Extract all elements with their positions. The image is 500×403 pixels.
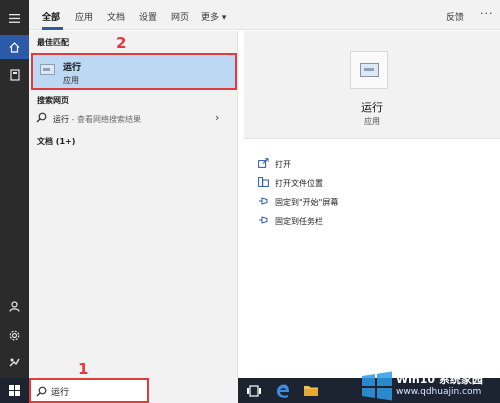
folder-location-icon	[258, 177, 269, 190]
home-icon[interactable]	[0, 35, 29, 59]
detail-header: 运行 应用	[244, 31, 500, 139]
windows-logo-icon	[9, 385, 20, 396]
best-match-item[interactable]: 运行 应用	[31, 53, 237, 90]
action-pin-to-taskbar-label: 固定到任务栏	[275, 217, 323, 226]
web-search-item[interactable]: 运行 - 查看网络搜索结果 ›	[29, 109, 237, 129]
pin-icon	[258, 215, 269, 228]
detail-pane: 运行 应用 打开 打开文件位置 固定到"开始"屏幕 固定到任务栏	[244, 31, 500, 378]
tab-more[interactable]: 更多 ▾	[201, 10, 226, 23]
watermark-url: www.qdhuajin.com	[396, 387, 482, 397]
action-open-file-location-label: 打开文件位置	[275, 179, 323, 188]
web-search-header: 搜索网页	[37, 96, 69, 105]
taskbar-search-box[interactable]	[29, 378, 149, 403]
search-icon	[36, 386, 47, 400]
search-filter-tabs: 全部 应用 文档 设置 网页 更多 ▾ 反馈 ···	[29, 0, 500, 30]
web-search-text: 运行 - 查看网络搜索结果	[53, 114, 141, 125]
task-view-icon[interactable]	[246, 383, 262, 399]
tab-documents[interactable]: 文档	[107, 10, 125, 23]
web-search-hint: - 查看网络搜索结果	[69, 115, 141, 124]
action-open-label: 打开	[275, 160, 291, 169]
edge-browser-icon[interactable]	[275, 383, 291, 399]
best-match-header: 最佳匹配	[37, 38, 69, 47]
tab-apps[interactable]: 应用	[75, 10, 93, 23]
search-icon	[36, 112, 47, 126]
detail-subtitle: 应用	[364, 117, 380, 126]
left-rail	[0, 0, 29, 378]
feedback-link[interactable]: 反馈	[446, 10, 464, 23]
run-app-large-icon	[350, 51, 388, 89]
step-marker-1: 1	[78, 360, 89, 378]
file-explorer-icon[interactable]	[303, 383, 319, 399]
user-icon[interactable]	[0, 294, 29, 318]
watermark-title: Win10 系统家园	[396, 373, 483, 386]
action-pin-to-start-label: 固定到"开始"屏幕	[275, 198, 339, 207]
active-tab-indicator	[42, 27, 63, 30]
site-watermark: Win10 系统家园 www.qdhuajin.com	[356, 369, 500, 403]
web-search-query: 运行	[53, 115, 69, 124]
chevron-right-icon: ›	[215, 111, 220, 124]
results-pane: 最佳匹配 运行 应用 搜索网页 运行 - 查看网络搜索结果 › 文档 (1+)	[29, 31, 238, 378]
step-marker-2: 2	[116, 34, 127, 52]
watermark-logo-icon	[362, 371, 392, 401]
open-icon	[258, 158, 269, 171]
best-match-type: 应用	[63, 76, 79, 85]
feedback-icon[interactable]	[0, 350, 29, 374]
notebook-icon[interactable]	[0, 63, 29, 87]
detail-title: 运行	[361, 101, 383, 114]
tab-web[interactable]: 网页	[171, 10, 189, 23]
pin-icon	[258, 196, 269, 209]
hamburger-menu-icon[interactable]	[0, 6, 29, 30]
tab-all[interactable]: 全部	[42, 10, 60, 23]
search-box-strip	[149, 378, 238, 403]
tab-settings[interactable]: 设置	[139, 10, 157, 23]
search-input[interactable]	[51, 385, 145, 398]
documents-header[interactable]: 文档 (1+)	[37, 136, 75, 147]
best-match-name: 运行	[63, 63, 82, 73]
more-options-icon[interactable]: ···	[480, 7, 494, 20]
settings-gear-icon[interactable]	[0, 323, 29, 347]
start-button[interactable]	[0, 378, 29, 403]
run-app-icon	[40, 64, 55, 75]
